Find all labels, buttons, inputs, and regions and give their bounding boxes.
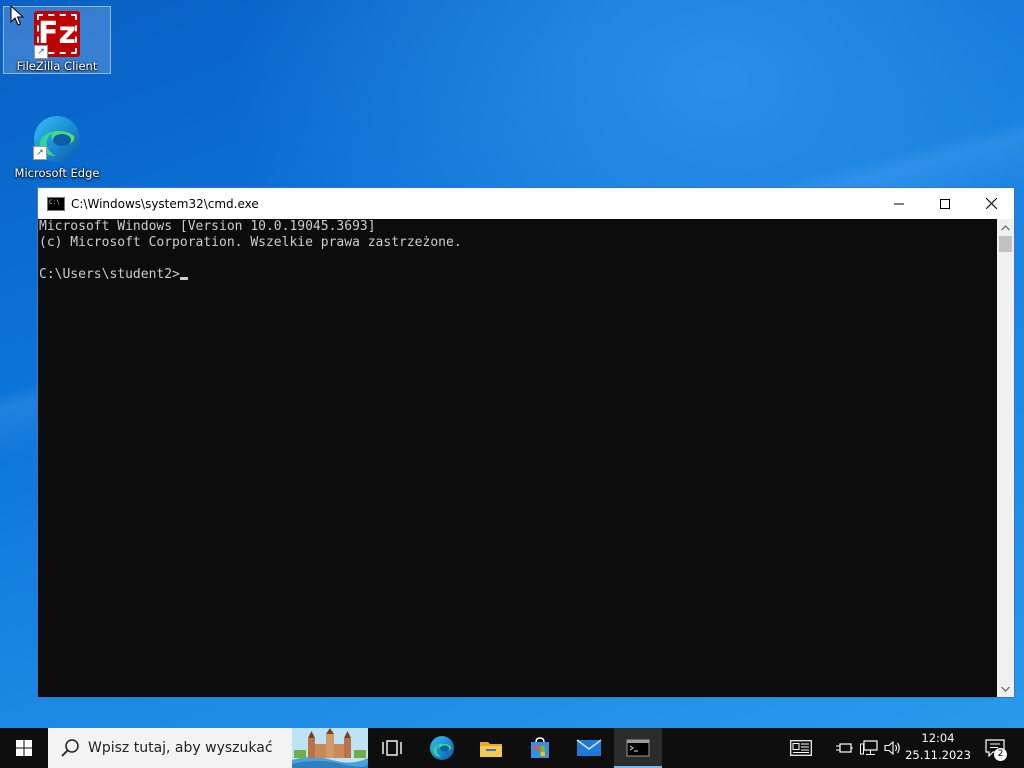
console-line: Microsoft Windows [Version 10.0.19045.36… (39, 219, 376, 234)
taskbar-store[interactable] (516, 728, 564, 768)
taskbar-file-explorer[interactable] (467, 728, 515, 768)
desktop-icon-label: Microsoft Edge (14, 166, 100, 180)
search-box[interactable]: Wpisz tutaj, aby wyszukać (48, 728, 368, 768)
store-icon (531, 737, 549, 758)
chevron-up-icon (1001, 224, 1010, 230)
desktop-icon-label: FileZilla Client (16, 59, 98, 73)
scroll-thumb[interactable] (999, 236, 1012, 252)
maximize-button[interactable] (922, 188, 968, 219)
file-explorer-icon (480, 742, 502, 757)
taskbar-edge[interactable] (418, 728, 466, 768)
vertical-scrollbar[interactable] (997, 219, 1014, 697)
search-highlight-castle-icon (292, 728, 368, 768)
desktop-icon-edge[interactable]: ↗ Microsoft Edge (3, 108, 111, 180)
console-line: ​ (39, 251, 997, 267)
cmd-icon (47, 196, 65, 211)
cmd-window[interactable]: C:\Windows\system32\cmd.exe Microsoft Wi… (37, 187, 1015, 698)
search-icon (61, 739, 79, 757)
text-cursor (179, 277, 188, 280)
console-line: (c) Microsoft Corporation. Wszelkie praw… (39, 235, 462, 250)
windows-logo-icon (16, 740, 32, 756)
chevron-down-icon (1001, 686, 1010, 692)
shortcut-arrow-icon: ↗ (34, 45, 48, 59)
maximize-icon (940, 198, 950, 209)
minimize-icon (894, 203, 904, 204)
taskbar-mail[interactable] (565, 728, 613, 768)
mail-icon (576, 739, 602, 756)
action-center-button[interactable] (980, 728, 1010, 768)
scroll-down-button[interactable] (997, 680, 1014, 697)
tray-news[interactable] (786, 728, 816, 768)
clock-date: 25.11.2023 (905, 748, 971, 762)
shortcut-arrow-icon: ↗ (33, 146, 47, 160)
window-title: C:\Windows\system32\cmd.exe (71, 196, 259, 211)
console-prompt-line: C:\Users\student2> (39, 267, 997, 283)
edge-icon (430, 736, 454, 760)
task-view-icon (382, 740, 402, 756)
power-plug-icon (836, 743, 853, 753)
search-placeholder: Wpisz tutaj, aby wyszukać (88, 740, 273, 756)
taskbar-clock[interactable]: 12:04 25.11.2023 (902, 730, 974, 764)
window-titlebar[interactable]: C:\Windows\system32\cmd.exe (38, 188, 1014, 219)
tray-network[interactable] (858, 728, 880, 768)
speaker-icon (884, 740, 900, 756)
tray-power[interactable] (834, 728, 854, 768)
notification-count-badge: 2 (994, 748, 1007, 761)
console-output[interactable]: Microsoft Windows [Version 10.0.19045.36… (38, 219, 997, 697)
minimize-button[interactable] (876, 188, 922, 219)
close-button[interactable] (968, 188, 1014, 219)
taskbar-cmd[interactable] (614, 728, 662, 768)
taskbar: Wpisz tutaj, aby wyszukać 12:04 25.11.20… (0, 728, 1024, 768)
start-button[interactable] (0, 728, 48, 768)
network-icon (860, 740, 878, 755)
console-prompt: C:\Users\student2> (39, 267, 180, 282)
cmd-icon (626, 739, 650, 757)
taskbar-task-view[interactable] (368, 728, 416, 768)
tray-volume[interactable] (882, 728, 904, 768)
scroll-up-button[interactable] (997, 219, 1014, 236)
mouse-pointer-icon (10, 5, 24, 26)
news-widget-icon (790, 740, 812, 756)
clock-time: 12:04 (921, 731, 955, 745)
close-icon (985, 198, 997, 209)
